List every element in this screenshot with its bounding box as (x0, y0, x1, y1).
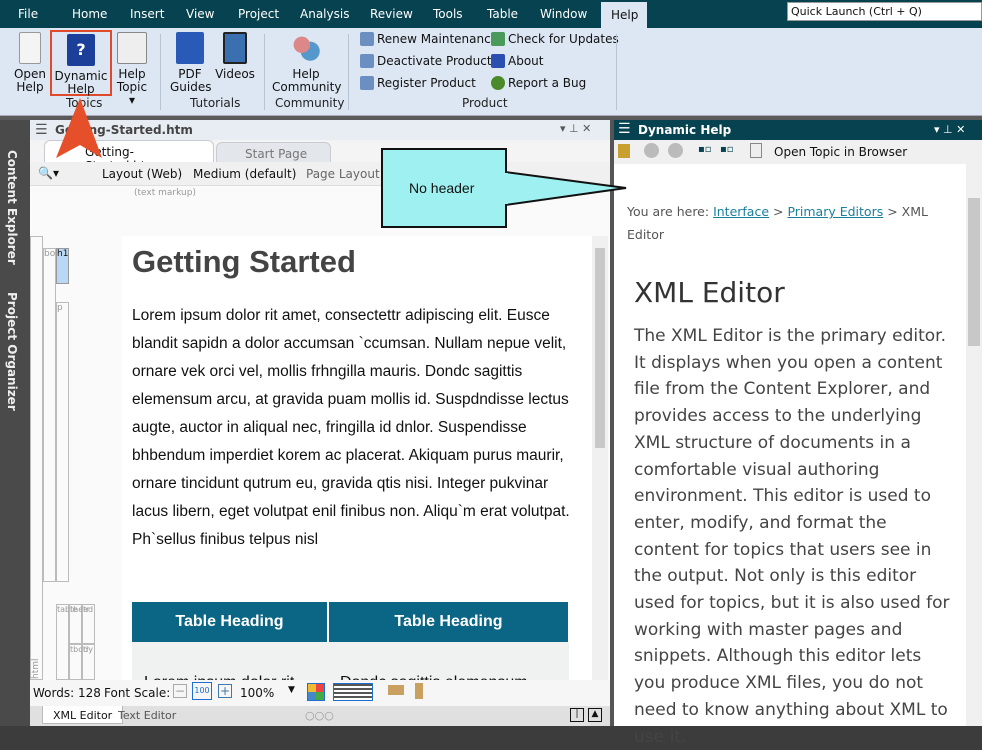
orange-arrow-icon (56, 98, 102, 158)
callout-box: No header (381, 148, 507, 228)
annotation-overlay (56, 98, 627, 207)
callout-pointer (504, 170, 627, 207)
callout-joint (504, 173, 508, 204)
